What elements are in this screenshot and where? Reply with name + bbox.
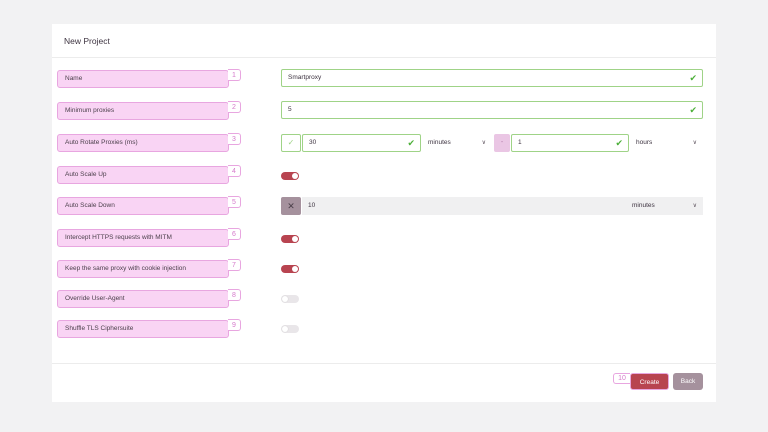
field-label: Intercept HTTPS requests with MITM [57, 229, 229, 247]
keep-same-proxy-toggle[interactable] [281, 265, 299, 273]
intercept-https-row: Intercept HTTPS requests with MITM 6 [52, 228, 716, 248]
rotate-max-unit-select[interactable]: hours ∨ [630, 134, 703, 152]
field-label: Name [57, 70, 229, 88]
keep-same-proxy-row: Keep the same proxy with cookie injectio… [52, 259, 716, 279]
minimum-proxies-input[interactable]: 5 ✔ [281, 101, 703, 119]
scale-down-unit-select[interactable]: minutes ∨ [626, 197, 703, 215]
field-index-badge: 9 [228, 319, 241, 331]
chevron-down-icon: ∨ [481, 140, 486, 146]
name-input[interactable]: Smartproxy ✔ [281, 69, 703, 87]
create-button[interactable]: Create [630, 373, 669, 390]
page-title: New Project [64, 36, 110, 46]
minimum-proxies-value: 5 [288, 106, 292, 113]
override-user-agent-row: Override User-Agent 8 [52, 289, 716, 309]
field-label: Auto Rotate Proxies (ms) [57, 134, 229, 152]
new-project-card: New Project Name 1 Smartproxy ✔ Minimum … [52, 24, 716, 402]
check-icon: ✔ [689, 73, 697, 83]
check-icon: ✔ [615, 138, 623, 148]
range-separator: - [494, 134, 510, 152]
card-header: New Project [52, 24, 716, 58]
scale-down-input[interactable]: 10 [302, 197, 626, 215]
shuffle-tls-row: Shuffle TLS Ciphersuite 9 [52, 319, 716, 339]
field-index-badge: 6 [228, 228, 241, 240]
create-index-badge: 10 [613, 373, 630, 384]
field-index-badge: 8 [228, 289, 241, 301]
field-index-badge: 1 [228, 69, 241, 81]
name-input-value: Smartproxy [288, 74, 322, 81]
auto-scale-up-row: Auto Scale Up 4 [52, 165, 716, 185]
chevron-down-icon: ∨ [692, 203, 697, 209]
rotate-max-value: 1 [518, 139, 522, 146]
field-label: Auto Scale Up [57, 166, 229, 184]
intercept-https-toggle[interactable] [281, 235, 299, 243]
rotate-min-value: 30 [309, 139, 317, 146]
auto-rotate-row: Auto Rotate Proxies (ms) 3 ✓ 30 ✔ minute… [52, 133, 716, 153]
field-label: Auto Scale Down [57, 197, 229, 215]
field-label: Minimum proxies [57, 102, 229, 120]
scale-down-value: 10 [308, 202, 316, 209]
field-label: Shuffle TLS Ciphersuite [57, 320, 229, 338]
chevron-down-icon: ∨ [692, 140, 697, 146]
scale-down-unit-value: minutes [632, 202, 655, 209]
rotate-min-unit-select[interactable]: minutes ∨ [422, 134, 492, 152]
shuffle-tls-toggle[interactable] [281, 325, 299, 333]
field-index-badge: 5 [228, 196, 241, 208]
rotate-max-unit-value: hours [636, 139, 653, 146]
rotate-enabled-check-icon[interactable]: ✓ [281, 134, 301, 152]
footer-divider [52, 363, 716, 364]
field-index-badge: 7 [228, 259, 241, 271]
rotate-min-input[interactable]: 30 ✔ [302, 134, 421, 152]
minimum-proxies-row: Minimum proxies 2 5 ✔ [52, 101, 716, 121]
field-label: Override User-Agent [57, 290, 229, 308]
field-label: Keep the same proxy with cookie injectio… [57, 260, 229, 278]
back-button[interactable]: Back [673, 373, 703, 390]
field-index-badge: 4 [228, 165, 241, 177]
override-user-agent-toggle[interactable] [281, 295, 299, 303]
auto-scale-down-row: Auto Scale Down 5 ✕ 10 minutes ∨ [52, 196, 716, 216]
rotate-max-input[interactable]: 1 ✔ [511, 134, 629, 152]
name-row: Name 1 Smartproxy ✔ [52, 69, 716, 89]
auto-scale-up-toggle[interactable] [281, 172, 299, 180]
rotate-min-unit-value: minutes [428, 139, 451, 146]
field-index-badge: 2 [228, 101, 241, 113]
scale-down-disabled-close-icon[interactable]: ✕ [281, 197, 301, 215]
check-icon: ✔ [689, 105, 697, 115]
field-index-badge: 3 [228, 133, 241, 145]
check-icon: ✔ [407, 138, 415, 148]
